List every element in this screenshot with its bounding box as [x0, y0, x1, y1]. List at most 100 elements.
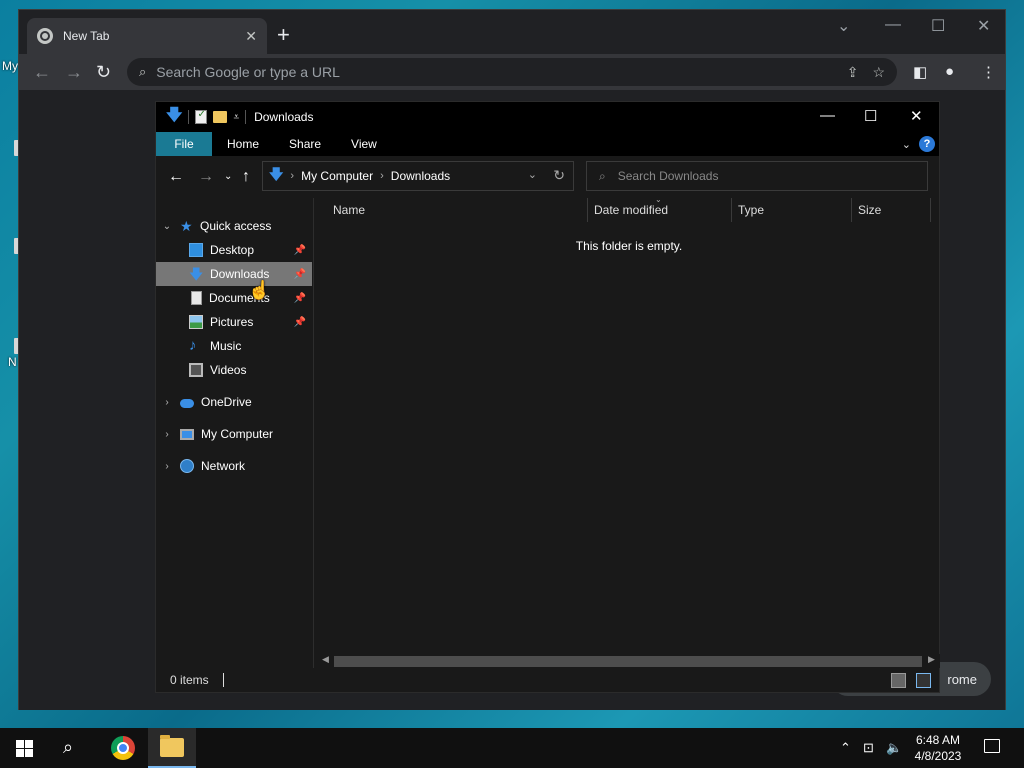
menu-icon[interactable]: ⋮	[981, 63, 996, 81]
taskbar-file-explorer[interactable]	[148, 728, 196, 768]
large-icons-view-icon[interactable]	[916, 673, 931, 688]
volume-icon[interactable]: 🔈	[886, 740, 902, 756]
chevron-right-icon[interactable]: ›	[380, 170, 384, 182]
nav-label: Downloads	[210, 267, 270, 281]
explorer-titlebar: 🡇 ⩡ Downloads — ☐ ✕	[156, 102, 939, 132]
horizontal-scrollbar[interactable]: ◀ ▶	[320, 654, 940, 668]
bookmark-star-icon[interactable]: ☆	[872, 64, 885, 81]
clock[interactable]: 6:48 AM 4/8/2023	[908, 732, 968, 764]
nav-item-network[interactable]: › Network	[156, 454, 312, 478]
search-icon[interactable]: ⌕	[63, 737, 73, 758]
star-icon: ★	[180, 218, 193, 234]
downloads-icon: 🡇	[269, 166, 284, 182]
side-panel-icon[interactable]: ◧	[913, 63, 927, 81]
details-view-icon[interactable]	[891, 673, 906, 688]
tab-home[interactable]: Home	[212, 132, 274, 156]
close-button[interactable]: ✕	[910, 107, 923, 125]
up-icon[interactable]: ↑	[242, 168, 250, 186]
pictures-icon	[189, 315, 203, 329]
column-header-size[interactable]: Size	[858, 198, 928, 222]
refresh-icon[interactable]: ↻	[553, 167, 565, 184]
recent-locations-icon[interactable]: ⌄	[224, 171, 232, 182]
nav-item-onedrive[interactable]: › OneDrive	[156, 390, 312, 414]
minimize-button[interactable]: —	[885, 16, 901, 34]
properties-icon[interactable]	[195, 109, 208, 124]
chrome-tab[interactable]: New Tab ✕	[27, 18, 267, 54]
nav-item-desktop[interactable]: Desktop 📌	[156, 238, 312, 262]
hand-cursor-icon: ☝	[248, 280, 271, 300]
scrollbar-thumb[interactable]	[334, 656, 922, 667]
address-dropdown-icon[interactable]: ⌄	[528, 168, 537, 181]
omnibox-placeholder: Search Google or type a URL	[156, 64, 340, 80]
cloud-icon	[180, 399, 194, 408]
tab-search-icon[interactable]: ⌄	[837, 16, 850, 36]
pin-icon: 📌	[293, 316, 306, 328]
column-divider[interactable]	[587, 198, 588, 222]
sort-indicator-icon: ⌄	[655, 195, 662, 204]
close-button[interactable]: ✕	[977, 16, 990, 36]
column-divider[interactable]	[930, 198, 931, 222]
chevron-right-icon[interactable]: ›	[160, 461, 174, 472]
column-divider[interactable]	[851, 198, 852, 222]
downloads-icon: 🡇	[189, 266, 204, 282]
profile-icon[interactable]: ●	[945, 63, 954, 80]
empty-folder-message: This folder is empty.	[575, 239, 683, 253]
notification-icon[interactable]	[984, 739, 1000, 753]
clock-time: 6:48 AM	[915, 733, 961, 747]
nav-item-pictures[interactable]: Pictures 📌	[156, 310, 312, 334]
forward-icon[interactable]: →	[65, 62, 83, 82]
back-icon[interactable]: ←	[168, 168, 184, 186]
nav-item-my-computer[interactable]: › My Computer	[156, 422, 312, 446]
scroll-right-icon[interactable]: ▶	[928, 654, 935, 665]
start-button[interactable]	[16, 740, 33, 757]
desktop-label-my: My	[2, 59, 18, 73]
scroll-left-icon[interactable]: ◀	[322, 654, 329, 665]
network-icon[interactable]: ⊡	[863, 740, 874, 756]
document-icon	[191, 291, 202, 305]
chevron-right-icon[interactable]: ›	[160, 397, 174, 408]
omnibox[interactable]: ⌕ Search Google or type a URL ⇪ ☆	[127, 58, 897, 86]
share-icon[interactable]: ⇪	[847, 64, 859, 81]
minimize-button[interactable]: —	[820, 107, 835, 124]
forward-icon[interactable]: →	[198, 168, 214, 186]
tab-file[interactable]: File	[156, 132, 212, 156]
help-icon[interactable]: ?	[919, 136, 935, 152]
breadcrumb-my-computer[interactable]: My Computer	[301, 169, 373, 183]
breadcrumb-downloads[interactable]: Downloads	[391, 169, 450, 183]
column-header-name[interactable]: Name	[333, 198, 588, 222]
tab-view[interactable]: View	[336, 132, 392, 156]
search-input[interactable]: ⌕ Search Downloads	[586, 161, 928, 191]
show-hidden-icons-icon[interactable]: ⌃	[840, 740, 851, 756]
file-explorer-window: 🡇 ⩡ Downloads — ☐ ✕ File Home Share View…	[155, 101, 940, 693]
reload-icon[interactable]: ↻	[96, 62, 111, 82]
chrome-toolbar: ← → ↻ ⌕ Search Google or type a URL ⇪ ☆ …	[19, 54, 1005, 90]
pin-icon: 📌	[293, 292, 306, 304]
chevron-right-icon[interactable]: ›	[160, 429, 174, 440]
column-header-type[interactable]: Type	[738, 198, 848, 222]
taskbar-chrome[interactable]	[99, 728, 147, 768]
new-tab-button[interactable]: +	[277, 24, 290, 46]
maximize-button[interactable]: ☐	[864, 107, 877, 125]
tab-close-icon[interactable]: ✕	[245, 28, 257, 45]
chrome-icon	[111, 736, 135, 760]
new-folder-icon[interactable]	[213, 111, 228, 123]
expand-ribbon-icon[interactable]: ⌄	[902, 138, 911, 151]
tab-share[interactable]: Share	[274, 132, 336, 156]
maximize-button[interactable]: ☐	[931, 16, 945, 36]
chevron-down-icon[interactable]: ⌄	[160, 221, 174, 232]
address-bar-row: ← → ⌄ ↑ 🡇 › My Computer › Downloads ⌄ ↻ …	[156, 156, 939, 198]
nav-item-documents[interactable]: Documents 📌	[156, 286, 312, 310]
nav-item-downloads[interactable]: 🡇 Downloads 📌	[156, 262, 312, 286]
back-icon[interactable]: ←	[33, 62, 51, 82]
column-header-date-modified[interactable]: Date modified	[594, 198, 732, 222]
customize-toolbar-icon[interactable]: ⩡	[233, 112, 239, 123]
divider	[188, 110, 190, 124]
nav-item-quick-access[interactable]: ⌄ ★ Quick access	[156, 214, 312, 238]
taskbar: ⌕ ⌃ ⊡ 🔈 6:48 AM 4/8/2023	[0, 728, 1024, 768]
nav-item-music[interactable]: ♪ Music	[156, 334, 312, 358]
nav-item-videos[interactable]: Videos	[156, 358, 312, 382]
column-divider[interactable]	[731, 198, 732, 222]
chevron-right-icon[interactable]: ›	[290, 170, 294, 182]
address-bar[interactable]: 🡇 › My Computer › Downloads ⌄ ↻	[262, 161, 574, 191]
chrome-tab-strip: New Tab ✕ + ⌄ — ☐ ✕	[19, 10, 1005, 54]
